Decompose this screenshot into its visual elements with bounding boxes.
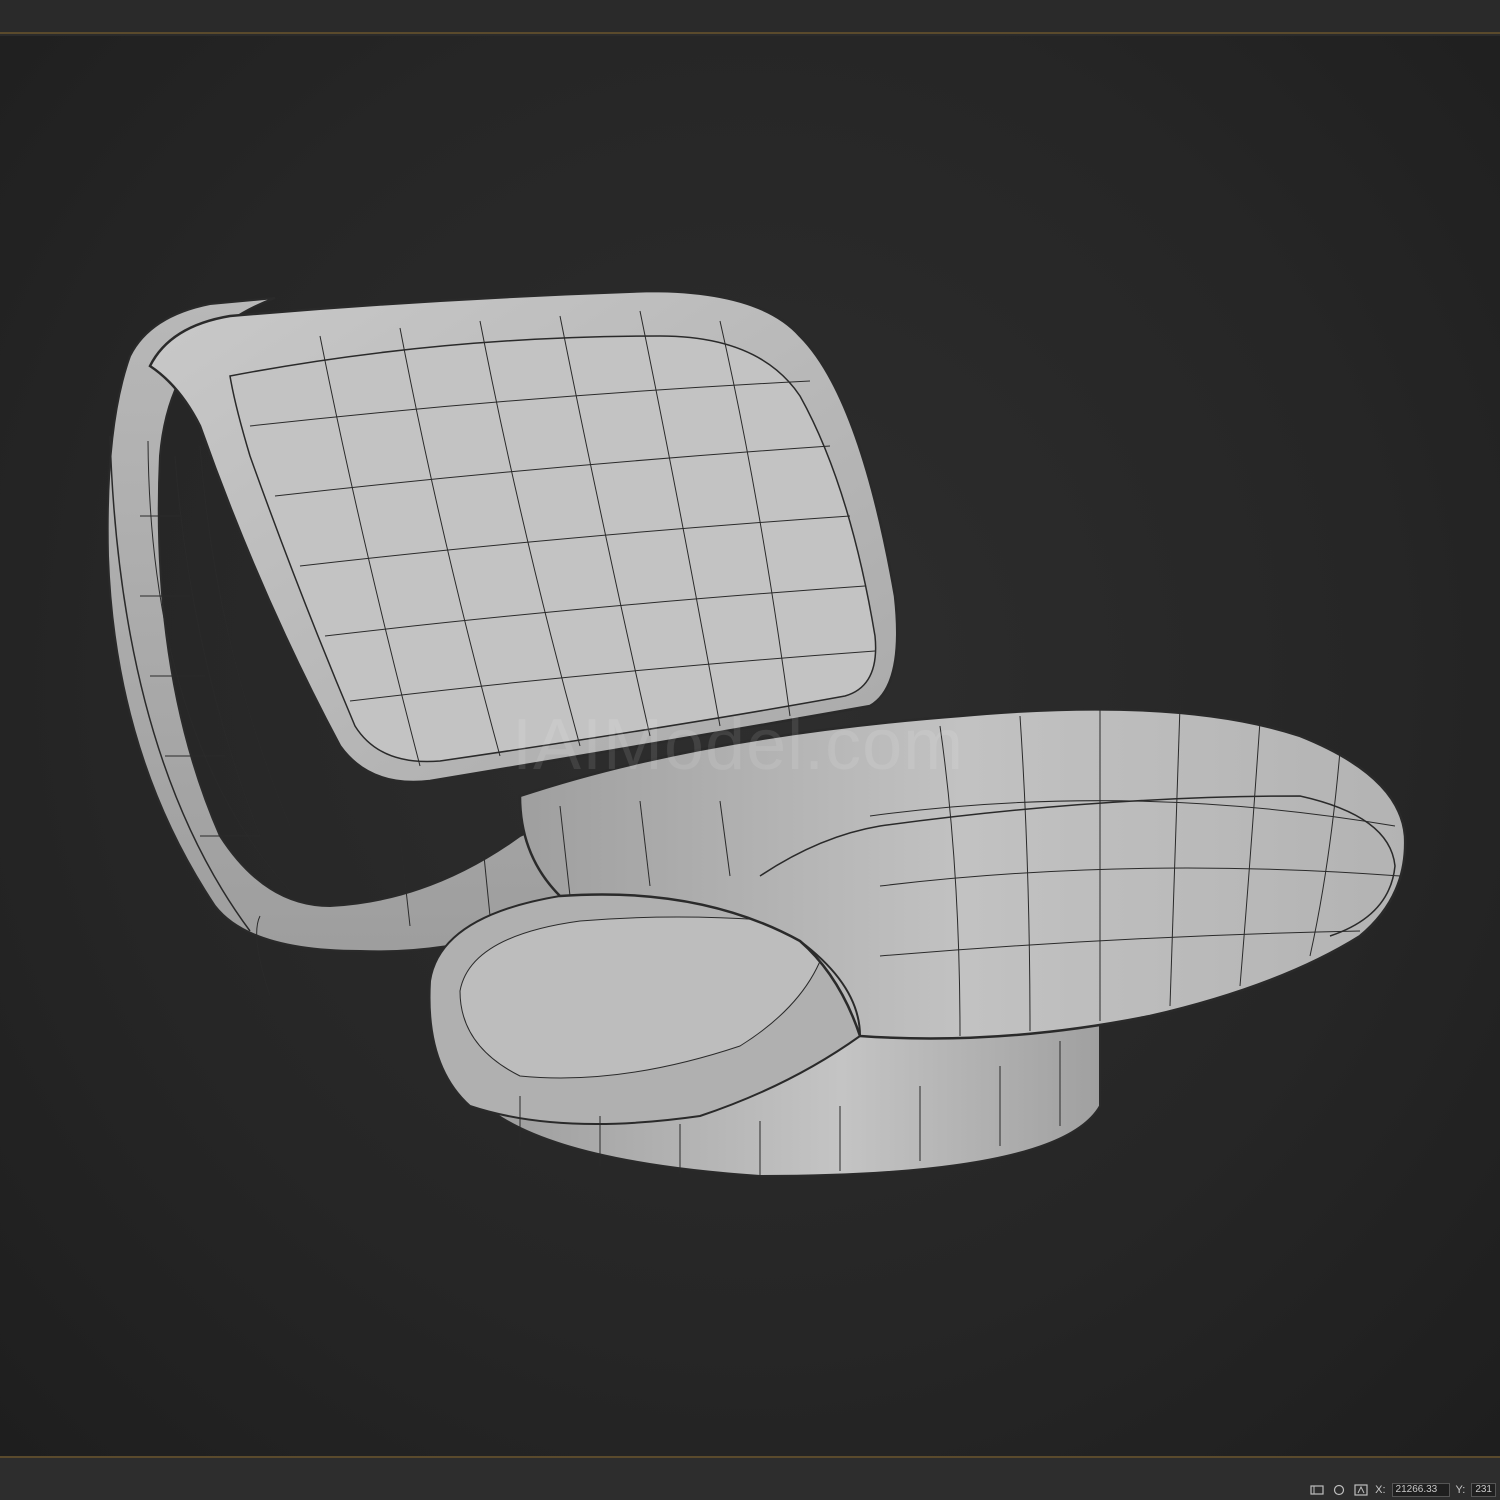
x-coordinate-label: X:	[1375, 1484, 1386, 1496]
status-bar: X: 21266.33 Y: 231	[0, 1458, 1500, 1500]
coordinate-controls: X: 21266.33 Y: 231	[1309, 1480, 1500, 1500]
snap-icon[interactable]	[1309, 1483, 1325, 1497]
y-coordinate-label: Y:	[1455, 1484, 1466, 1496]
viewport-top-bar	[0, 0, 1500, 34]
coordinate-mode-icon[interactable]	[1353, 1483, 1369, 1497]
x-coordinate-field[interactable]: 21266.33	[1391, 1483, 1450, 1497]
lock-icon[interactable]	[1331, 1483, 1347, 1497]
watermark-text: IAIModel.com	[512, 705, 965, 785]
y-coordinate-field[interactable]: 231	[1471, 1483, 1496, 1497]
